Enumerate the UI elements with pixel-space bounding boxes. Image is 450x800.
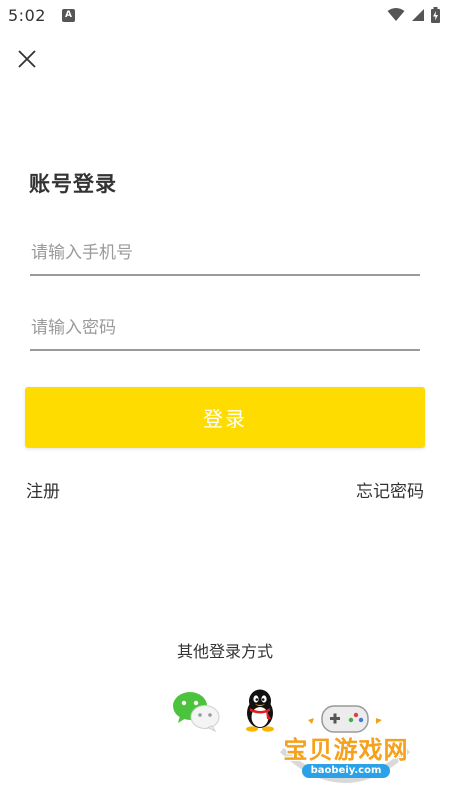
- status-icons: [387, 7, 440, 23]
- other-login-title: 其他登录方式: [176, 642, 273, 661]
- watermark-url: baobeiy.com: [302, 764, 390, 778]
- wifi-icon: [387, 8, 405, 21]
- close-icon: [18, 50, 36, 68]
- register-link[interactable]: 注册: [26, 477, 60, 502]
- status-bar: 5:02 A: [0, 0, 450, 30]
- login-screen: 5:02 A 账号登录 登录 注册 忘: [0, 0, 450, 800]
- phone-input[interactable]: [30, 232, 420, 274]
- signal-icon: [412, 9, 424, 21]
- login-button[interactable]: 登录: [25, 387, 425, 448]
- page-title: 账号登录: [29, 172, 117, 196]
- password-field: [30, 307, 420, 351]
- wechat-icon: [173, 692, 220, 733]
- battery-charging-icon: [431, 7, 440, 23]
- watermark: 宝贝游戏网 baobeiy.com: [270, 700, 420, 796]
- password-input[interactable]: [30, 307, 420, 349]
- notification-badge: A: [61, 8, 75, 22]
- wechat-login-button[interactable]: [172, 690, 220, 733]
- close-button[interactable]: [14, 46, 40, 72]
- forgot-password-link[interactable]: 忘记密码: [356, 477, 424, 502]
- watermark-brand: 宝贝游戏网: [283, 736, 409, 764]
- phone-field: [30, 232, 420, 276]
- status-time: 5:02: [8, 5, 46, 25]
